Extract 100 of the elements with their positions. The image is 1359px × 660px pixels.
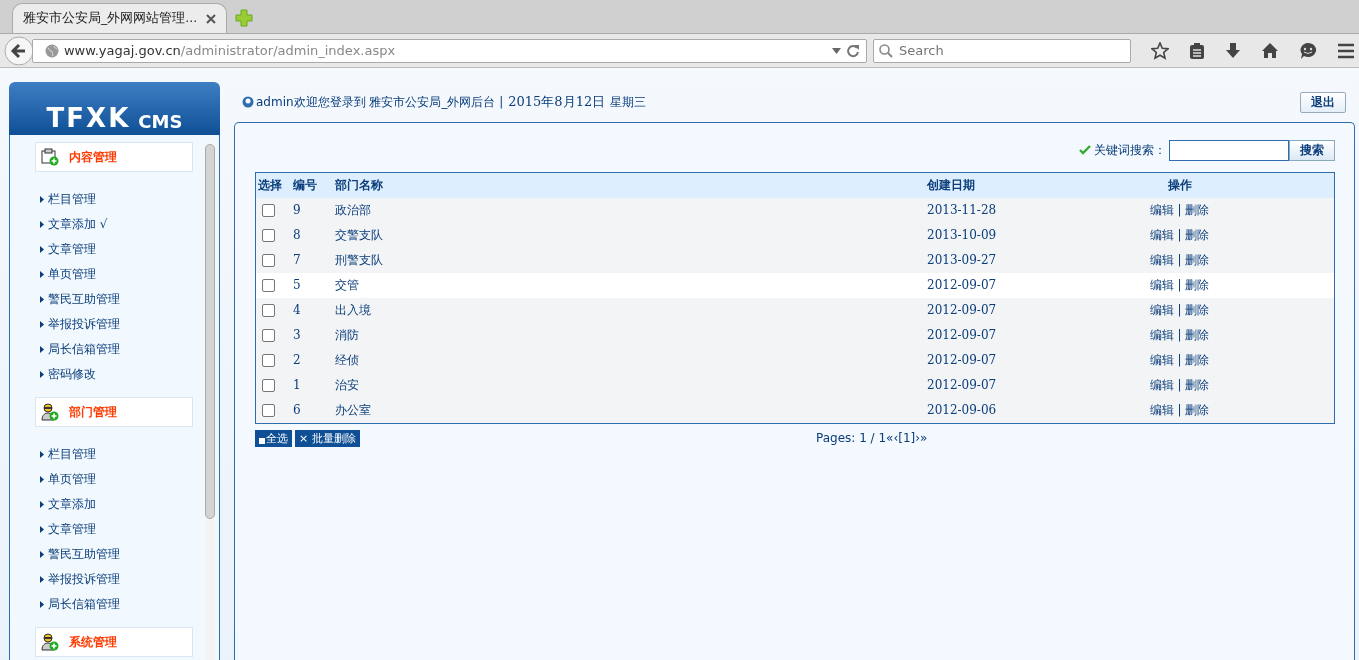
checkbox[interactable] — [262, 329, 275, 342]
checkbox[interactable] — [262, 354, 275, 367]
table-cell: 9 — [293, 203, 301, 217]
close-icon[interactable] — [206, 13, 216, 24]
scrollbar-thumb[interactable] — [205, 144, 215, 519]
table-row[interactable]: 8 交警支队 2013-10-09 编辑 | 删除 — [255, 222, 1335, 248]
search-field[interactable]: Search — [873, 38, 1131, 63]
table-row[interactable]: 9 政治部 2013-11-28 编辑 | 删除 — [255, 197, 1335, 223]
delete-link[interactable]: 删除 — [1185, 202, 1210, 217]
table-cell: 政治部 — [335, 202, 371, 217]
delete-link[interactable]: 删除 — [1185, 352, 1210, 367]
download-icon[interactable] — [1225, 41, 1241, 60]
table-cell: 6 — [293, 403, 301, 417]
edit-link[interactable]: 编辑 — [1149, 227, 1174, 242]
checkbox[interactable] — [262, 404, 275, 417]
table-row[interactable]: 1 治安 2012-09-07 编辑 | 删除 — [255, 372, 1335, 398]
search-icon — [879, 43, 893, 58]
delete-link[interactable]: 删除 — [1185, 252, 1210, 267]
sidebar-group-header[interactable]: 部门管理 — [35, 397, 193, 427]
keyword-input[interactable] — [1169, 139, 1289, 161]
menu-icon[interactable] — [1337, 42, 1355, 59]
checkbox[interactable] — [262, 304, 275, 317]
reload-icon[interactable] — [846, 43, 860, 58]
sidebar-item[interactable]: 文章添加 √ — [40, 212, 205, 237]
delete-link[interactable]: 删除 — [1185, 377, 1210, 392]
user-icon — [242, 96, 254, 108]
edit-link[interactable]: 编辑 — [1149, 302, 1174, 317]
separator-text: | — [1177, 377, 1182, 392]
checkbox[interactable] — [262, 254, 275, 267]
edit-link[interactable]: 编辑 — [1149, 377, 1174, 392]
edit-link[interactable]: 编辑 — [1149, 352, 1174, 367]
sidebar-item[interactable]: 举报投诉管理 — [40, 312, 205, 337]
chat-smiley-icon[interactable] — [1299, 41, 1317, 60]
table-row[interactable]: 4 出入境 2012-09-07 编辑 | 删除 — [255, 297, 1335, 323]
sidebar-group-header[interactable]: 系统管理 — [35, 627, 193, 657]
sidebar-item[interactable]: 栏目管理 — [40, 187, 205, 212]
search-button[interactable]: 搜索 — [1289, 139, 1335, 161]
sidebar-item[interactable]: 警民互助管理 — [40, 287, 205, 312]
sidebar-item[interactable]: 举报投诉管理 — [40, 567, 205, 592]
checkmark-icon — [1079, 145, 1091, 155]
triangle-icon — [40, 551, 44, 558]
sidebar-item[interactable]: 栏目管理 — [40, 442, 205, 467]
star-icon[interactable] — [1151, 41, 1169, 60]
browser-tab[interactable]: 雅安市公安局_外网网站管理... — [12, 3, 227, 33]
checkbox[interactable] — [262, 229, 275, 242]
edit-link[interactable]: 编辑 — [1149, 202, 1174, 217]
table-cell: 消防 — [335, 327, 359, 342]
table-row[interactable]: 7 刑警支队 2013-09-27 编辑 | 删除 — [255, 247, 1335, 273]
edit-link[interactable]: 编辑 — [1149, 327, 1174, 342]
triangle-icon — [40, 246, 44, 253]
clipboard-list-icon[interactable] — [1189, 41, 1205, 60]
table-row[interactable]: 6 办公室 2012-09-06 编辑 | 删除 — [255, 397, 1335, 423]
table-cell: 2013-09-27 — [927, 253, 997, 267]
separator-text: | — [1177, 327, 1182, 342]
address-bar[interactable]: www.yagaj.gov.cn/administrator/admin_index.aspx — [31, 38, 867, 63]
sidebar-item[interactable]: 密码修改 — [40, 362, 205, 387]
column-header: 创建日期 — [925, 172, 1025, 198]
scrollbar[interactable] — [205, 144, 215, 660]
select-all-button[interactable]: 全选 — [255, 429, 292, 447]
table-row[interactable]: 2 经侦 2012-09-07 编辑 | 删除 — [255, 347, 1335, 373]
separator-text: | — [1177, 352, 1182, 367]
checkbox[interactable] — [262, 279, 275, 292]
edit-link[interactable]: 编辑 — [1149, 277, 1174, 292]
sidebar-item[interactable]: 局长信箱管理 — [40, 337, 205, 362]
edit-link[interactable]: 编辑 — [1149, 402, 1174, 417]
table-cell: 7 — [293, 253, 301, 267]
table-row[interactable]: 3 消防 2012-09-07 编辑 | 删除 — [255, 322, 1335, 348]
table-cell: 办公室 — [335, 402, 371, 417]
logo-text: TFXK — [46, 105, 131, 131]
triangle-icon — [40, 296, 44, 303]
delete-link[interactable]: 删除 — [1185, 402, 1210, 417]
pagination[interactable]: Pages: 1 / 1«‹[1]›» — [816, 431, 928, 445]
home-icon[interactable] — [1261, 42, 1279, 59]
sidebar-item[interactable]: 单页管理 — [40, 262, 205, 287]
dropdown-icon[interactable] — [832, 47, 841, 54]
triangle-icon — [40, 196, 44, 203]
table-cell: 2013-10-09 — [927, 228, 997, 242]
sidebar-item[interactable]: 文章管理 — [40, 237, 205, 262]
logout-button[interactable]: 退出 — [1300, 91, 1346, 113]
table-cell: 8 — [293, 228, 301, 242]
sidebar-item[interactable]: 单页管理 — [40, 467, 205, 492]
edit-link[interactable]: 编辑 — [1149, 252, 1174, 267]
checkbox[interactable] — [262, 379, 275, 392]
highlighted-row[interactable]: 5 交管 2012-09-07 编辑 | 删除 — [255, 272, 1335, 298]
sidebar-item[interactable]: 局长信箱管理 — [40, 592, 205, 617]
batch-delete-button[interactable]: × 批量删除 — [295, 429, 360, 447]
delete-link[interactable]: 删除 — [1185, 327, 1210, 342]
sidebar-item[interactable]: 警民互助管理 — [40, 542, 205, 567]
delete-link[interactable]: 删除 — [1185, 277, 1210, 292]
triangle-icon — [40, 601, 44, 608]
sidebar-group-header[interactable]: 内容管理 — [35, 142, 193, 172]
triangle-icon — [40, 476, 44, 483]
sidebar-item[interactable]: 文章添加 — [40, 492, 205, 517]
sidebar-item[interactable]: 文章管理 — [40, 517, 205, 542]
delete-link[interactable]: 删除 — [1185, 227, 1210, 242]
checkbox[interactable] — [262, 204, 275, 217]
column-header: 部门名称 — [333, 172, 925, 198]
back-icon[interactable] — [4, 35, 34, 66]
table-cell: 2012-09-07 — [927, 278, 997, 292]
delete-link[interactable]: 删除 — [1185, 302, 1210, 317]
